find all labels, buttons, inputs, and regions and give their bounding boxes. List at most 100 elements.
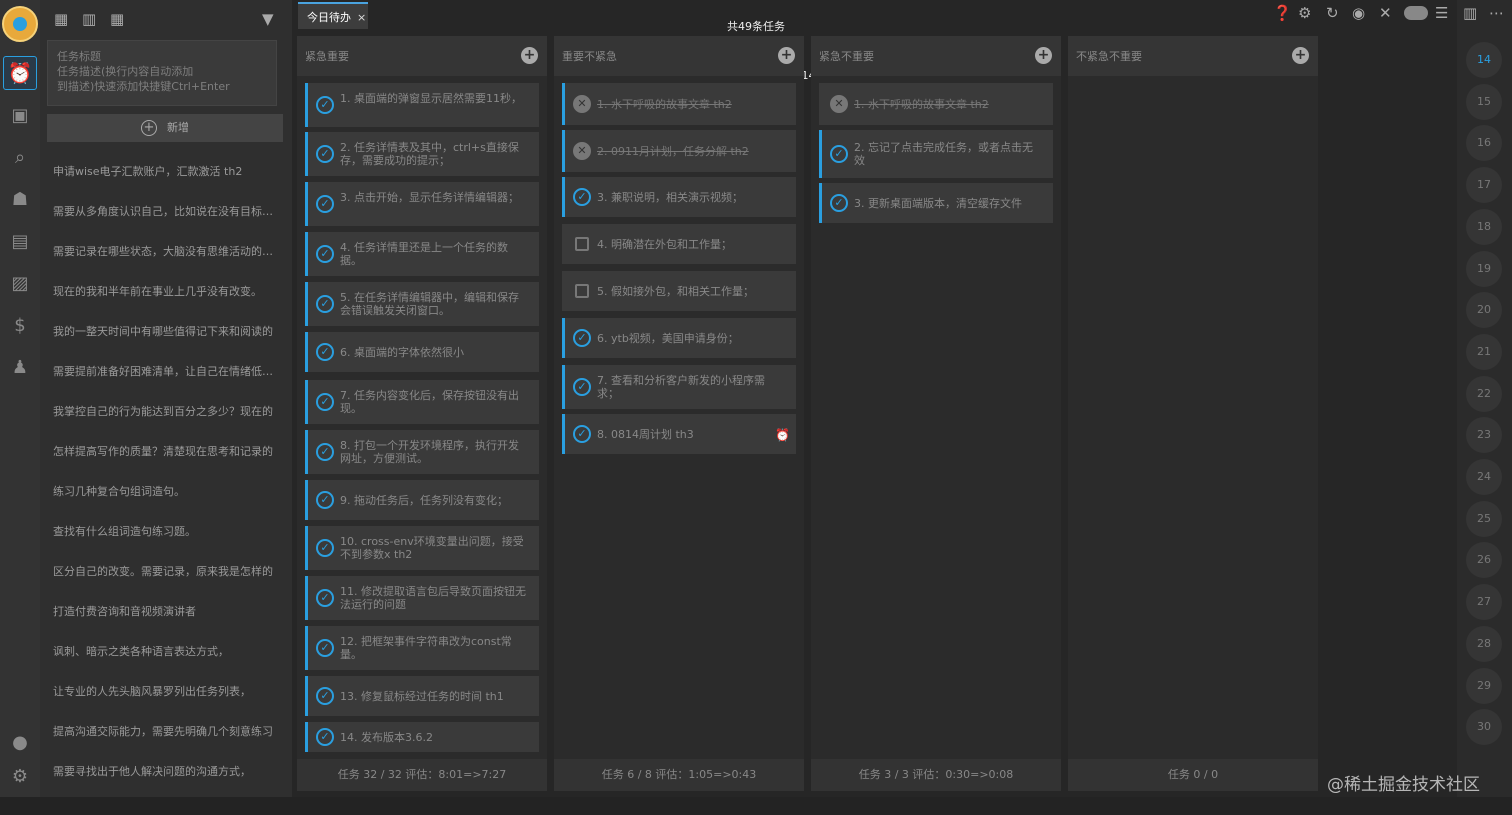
task-card[interactable]: ✓ 11. 修改提取语言包后导致页面按钮无法运行的问题: [305, 576, 539, 620]
status-icon[interactable]: ✓: [316, 539, 334, 557]
day-item[interactable]: 27: [1466, 584, 1502, 621]
list-item[interactable]: 我掌控自己的行为能达到百分之多少？现在的: [53, 403, 277, 419]
alarm-icon[interactable]: ⏰: [775, 429, 790, 442]
alarm-clock-icon[interactable]: ⏰: [3, 56, 37, 90]
status-icon[interactable]: ✓: [316, 491, 334, 509]
task-card[interactable]: ✓ 7. 任务内容变化后，保存按钮没有出现。: [305, 380, 539, 424]
task-card[interactable]: ✕ 1. 水下呼吸的故事文章 th2: [562, 83, 796, 125]
tab-today[interactable]: 今日待办 ×: [298, 2, 368, 29]
list-item[interactable]: 需要从多角度认识自己，比如说在没有目标的时候: [53, 203, 277, 219]
task-card[interactable]: ✓ 9. 拖动任务后，任务列没有变化；: [305, 480, 539, 520]
list-item[interactable]: 申请wise电子汇款账户，汇款激活 th2: [53, 163, 277, 179]
add-icon[interactable]: +: [1292, 47, 1309, 64]
add-icon[interactable]: +: [521, 47, 538, 64]
add-user-icon[interactable]: ♟: [6, 354, 34, 382]
task-card[interactable]: ✓ 10. cross-env环境变量出问题，接受不到参数x th2: [305, 526, 539, 570]
columns-view-icon[interactable]: ▥: [1463, 4, 1477, 24]
task-card[interactable]: ✓ 3. 更新桌面端版本，清空缓存文件: [819, 183, 1053, 223]
task-card[interactable]: ✓ 4. 任务详情里还是上一个任务的数据。: [305, 232, 539, 276]
task-input[interactable]: 任务标题 任务描述(换行内容自动添加 到描述)快速添加快捷键Ctrl+Enter: [47, 40, 277, 106]
status-icon[interactable]: ✓: [830, 145, 848, 163]
calendar-icon[interactable]: ▦: [54, 10, 68, 30]
sliders-icon[interactable]: ☰: [1435, 4, 1448, 24]
task-card[interactable]: ✓ 8. 打包一个开发环境程序，执行开发网址，方便测试。: [305, 430, 539, 474]
task-card[interactable]: ✕ 1. 水下呼吸的故事文章 th2: [819, 83, 1053, 125]
day-item[interactable]: 16: [1466, 125, 1502, 162]
list-item[interactable]: 让专业的人先头脑风暴罗列出任务列表，: [53, 683, 277, 699]
status-icon[interactable]: ✓: [316, 245, 334, 263]
day-item[interactable]: 21: [1466, 333, 1502, 370]
add-icon[interactable]: +: [778, 47, 795, 64]
status-icon[interactable]: ✓: [316, 96, 334, 114]
status-icon[interactable]: ✓: [316, 687, 334, 705]
status-icon[interactable]: ✕: [830, 95, 848, 113]
status-icon[interactable]: ✓: [316, 145, 334, 163]
day-item[interactable]: 28: [1466, 625, 1502, 662]
add-icon[interactable]: +: [1035, 47, 1052, 64]
image-icon[interactable]: ▨: [6, 270, 34, 298]
status-icon[interactable]: ✓: [573, 188, 591, 206]
settings-icon[interactable]: ⚙: [1298, 4, 1311, 24]
toggle-switch[interactable]: [1404, 6, 1428, 20]
close-icon[interactable]: ×: [357, 11, 366, 24]
day-item[interactable]: 14: [1466, 42, 1502, 78]
day-item[interactable]: 17: [1466, 167, 1502, 204]
status-icon[interactable]: ✓: [316, 639, 334, 657]
task-card[interactable]: ✓ 14. 发布版本3.6.2: [305, 722, 539, 752]
task-card[interactable]: 5. 假如接外包，和相关工作量；: [562, 271, 796, 311]
status-icon[interactable]: ✓: [316, 195, 334, 213]
list-item[interactable]: 打造付费咨询和音视频演讲者: [53, 603, 277, 619]
status-icon[interactable]: ✓: [573, 329, 591, 347]
day-item[interactable]: 30: [1466, 709, 1502, 746]
day-item[interactable]: 24: [1466, 459, 1502, 495]
day-item[interactable]: 22: [1466, 375, 1502, 412]
status-icon[interactable]: [575, 284, 589, 298]
list-item[interactable]: 需要记录在哪些状态，大脑没有思维活动的时候: [53, 243, 277, 259]
task-card[interactable]: ✕ 2. 0911月计划，任务分解 th2: [562, 130, 796, 172]
list-item[interactable]: 怎样提高写作的质量？清楚现在思考和记录的: [53, 443, 277, 459]
status-icon[interactable]: ✓: [573, 378, 591, 396]
list-item[interactable]: 提高沟通交际能力，需要先明确几个刻意练习: [53, 723, 277, 739]
task-card[interactable]: ✓ 6. 桌面端的字体依然很小: [305, 332, 539, 372]
user-icon[interactable]: ●: [6, 729, 34, 757]
status-icon[interactable]: ✓: [316, 728, 334, 746]
task-card[interactable]: ✓ 2. 忘记了点击完成任务，或者点击无效: [819, 130, 1053, 178]
day-item[interactable]: 20: [1466, 292, 1502, 329]
help-icon[interactable]: ❓: [1273, 4, 1292, 24]
task-card[interactable]: ✓ 13. 修复鼠标经过任务的时间 th1: [305, 676, 539, 716]
list-item[interactable]: 需要寻找出于他人解决问题的沟通方式，: [53, 763, 277, 779]
list-item[interactable]: 练习几种复合句组词造句。: [53, 483, 277, 499]
status-icon[interactable]: ✓: [316, 443, 334, 461]
task-card[interactable]: ✓ 8. 0814周计划 th3 ⏰: [562, 414, 796, 454]
task-card[interactable]: ✓ 7. 查看和分析客户新发的小程序需求；: [562, 365, 796, 409]
status-icon[interactable]: ✕: [573, 95, 591, 113]
status-icon[interactable]: ✓: [316, 295, 334, 313]
status-icon[interactable]: ✓: [573, 425, 591, 443]
list-item[interactable]: 现在的我和半年前在事业上几乎没有改变。: [53, 283, 277, 299]
task-card[interactable]: ✓ 3. 点击开始，显示任务详情编辑器；: [305, 182, 539, 226]
day-item[interactable]: 29: [1466, 667, 1502, 704]
tools-icon[interactable]: ✕: [1379, 4, 1392, 24]
dollar-icon[interactable]: $: [6, 312, 34, 340]
inbox-icon[interactable]: ▣: [6, 102, 34, 130]
task-card[interactable]: ✓ 2. 任务详情表及其中，ctrl+s直接保存，需要成功的提示；: [305, 132, 539, 176]
status-icon[interactable]: ✓: [316, 589, 334, 607]
refresh-icon[interactable]: ↻: [1326, 4, 1339, 24]
task-card[interactable]: ✓ 1. 桌面端的弹窗显示居然需要11秒，: [305, 83, 539, 127]
list-item[interactable]: 讽刺、暗示之类各种语言表达方式，: [53, 643, 277, 659]
status-icon[interactable]: ✓: [316, 393, 334, 411]
gear-icon[interactable]: ⚙: [6, 763, 34, 791]
grid-icon[interactable]: ▦: [110, 10, 124, 30]
day-item[interactable]: 15: [1466, 83, 1502, 120]
task-card[interactable]: ✓ 12. 把框架事件字符串改为const常量。: [305, 626, 539, 670]
eye-icon[interactable]: ◉: [1352, 4, 1365, 24]
task-card[interactable]: ✓ 6. ytb视频，美国申请身份；: [562, 318, 796, 358]
day-item[interactable]: 25: [1466, 500, 1502, 537]
status-icon[interactable]: ✓: [830, 194, 848, 212]
day-item[interactable]: 18: [1466, 208, 1502, 245]
list-item[interactable]: 区分自己的改变。需要记录，原来我是怎样的: [53, 563, 277, 579]
filter-icon[interactable]: ▼: [262, 10, 274, 30]
day-item[interactable]: 19: [1466, 250, 1502, 287]
status-icon[interactable]: ✕: [573, 142, 591, 160]
list-item[interactable]: 需要提前准备好困难清单，让自己在情绪低落时: [53, 363, 277, 379]
